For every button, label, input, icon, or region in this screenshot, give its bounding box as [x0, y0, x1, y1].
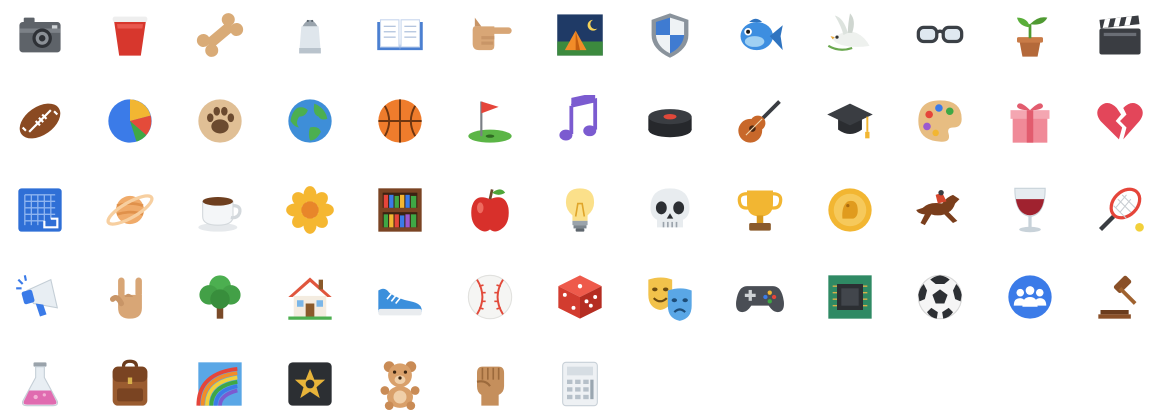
- bone-icon[interactable]: [188, 3, 252, 67]
- night-camping-icon[interactable]: [548, 3, 612, 67]
- gold-coin-icon[interactable]: [818, 178, 882, 242]
- artist-palette-icon[interactable]: [908, 89, 972, 153]
- rock-hand-icon[interactable]: [98, 265, 162, 329]
- blue-grid-icon[interactable]: [8, 178, 72, 242]
- tree-icon[interactable]: [188, 265, 252, 329]
- star-badge-icon[interactable]: [278, 352, 342, 416]
- teddy-bear-icon[interactable]: [368, 352, 432, 416]
- red-apple-icon[interactable]: [458, 178, 522, 242]
- globe-icon[interactable]: [278, 89, 342, 153]
- broken-heart-icon[interactable]: [1088, 89, 1152, 153]
- rainbow-icon[interactable]: [188, 352, 252, 416]
- dove-icon[interactable]: [818, 3, 882, 67]
- emoji-icon-grid: [0, 0, 1157, 410]
- group-icon[interactable]: [998, 265, 1062, 329]
- bookshelf-icon[interactable]: [368, 178, 432, 242]
- coffee-cup-icon[interactable]: [188, 178, 252, 242]
- raised-fist-icon[interactable]: [458, 352, 522, 416]
- backpack-icon[interactable]: [98, 352, 162, 416]
- seedling-icon[interactable]: [998, 3, 1062, 67]
- wine-glass-icon[interactable]: [998, 178, 1062, 242]
- red-cup-icon[interactable]: [98, 3, 162, 67]
- soccer-ball-icon[interactable]: [908, 265, 972, 329]
- open-book-icon[interactable]: [368, 3, 432, 67]
- megaphone-icon[interactable]: [8, 265, 72, 329]
- salt-shaker-icon[interactable]: [278, 3, 342, 67]
- clapper-board-icon[interactable]: [1088, 3, 1152, 67]
- theater-masks-icon[interactable]: [638, 265, 702, 329]
- microchip-icon[interactable]: [818, 265, 882, 329]
- skull-icon[interactable]: [638, 178, 702, 242]
- sunflower-icon[interactable]: [278, 178, 342, 242]
- glasses-icon[interactable]: [908, 3, 972, 67]
- graduation-cap-icon[interactable]: [818, 89, 882, 153]
- shield-icon[interactable]: [638, 3, 702, 67]
- baseball-icon[interactable]: [458, 265, 522, 329]
- ringed-planet-icon[interactable]: [98, 178, 162, 242]
- camera-icon[interactable]: [8, 3, 72, 67]
- gift-icon[interactable]: [998, 89, 1062, 153]
- sneaker-icon[interactable]: [368, 265, 432, 329]
- hockey-puck-icon[interactable]: [638, 89, 702, 153]
- light-bulb-icon[interactable]: [548, 178, 612, 242]
- basketball-icon[interactable]: [368, 89, 432, 153]
- flask-icon[interactable]: [8, 352, 72, 416]
- house-icon[interactable]: [278, 265, 342, 329]
- american-football-icon[interactable]: [8, 89, 72, 153]
- paw-print-icon[interactable]: [188, 89, 252, 153]
- golf-flag-icon[interactable]: [458, 89, 522, 153]
- dice-icon[interactable]: [548, 265, 612, 329]
- gavel-icon[interactable]: [1088, 265, 1152, 329]
- trophy-icon[interactable]: [728, 178, 792, 242]
- racehorse-icon[interactable]: [908, 178, 972, 242]
- calculator-icon[interactable]: [548, 352, 612, 416]
- pie-chart-icon[interactable]: [98, 89, 162, 153]
- music-note-icon[interactable]: [548, 89, 612, 153]
- guitar-icon[interactable]: [728, 89, 792, 153]
- tennis-racket-icon[interactable]: [1088, 178, 1152, 242]
- fish-icon[interactable]: [728, 3, 792, 67]
- pointing-hand-icon[interactable]: [458, 3, 522, 67]
- game-controller-icon[interactable]: [728, 265, 792, 329]
